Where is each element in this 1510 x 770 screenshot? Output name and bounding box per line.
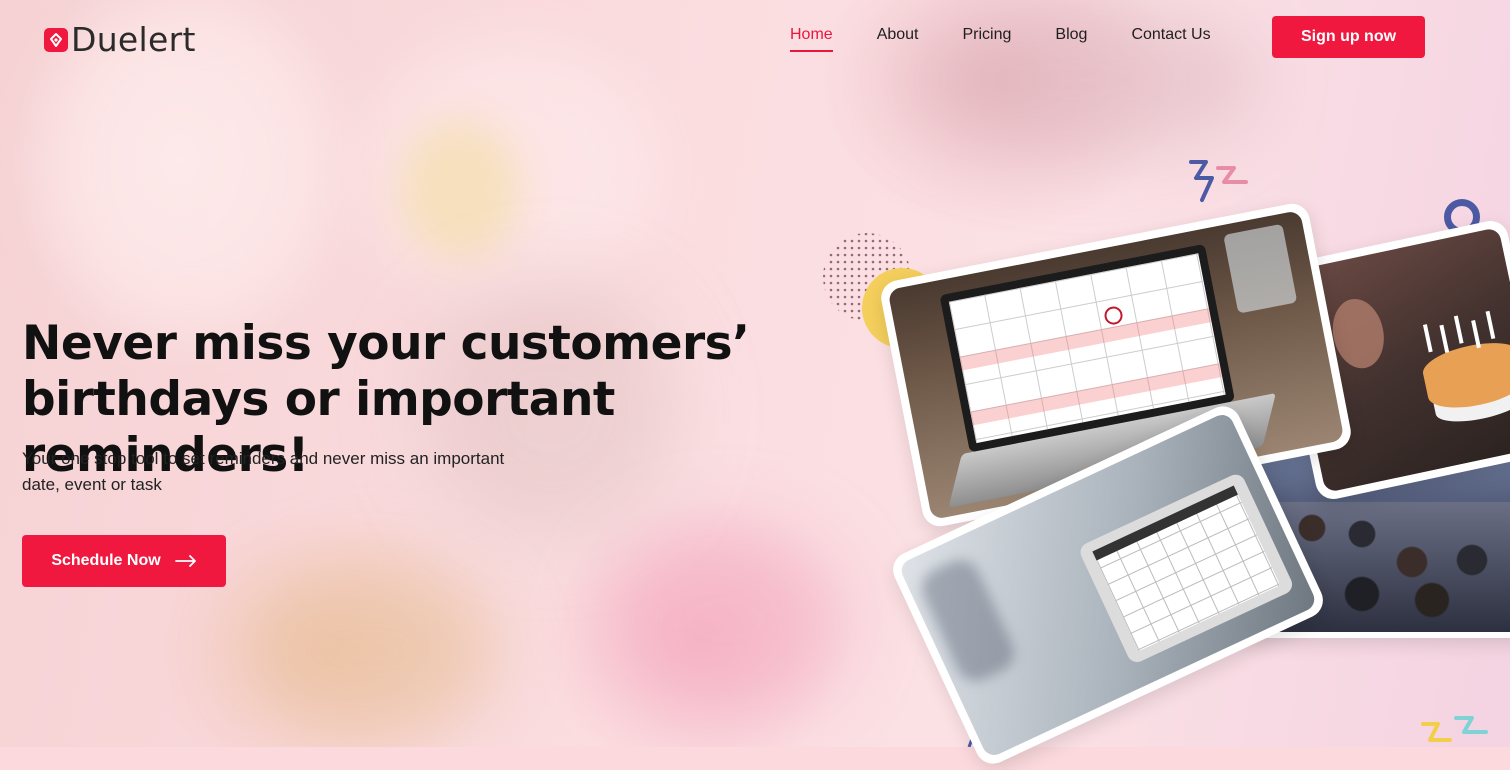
nav-about[interactable]: About <box>877 26 919 52</box>
nav-home[interactable]: Home <box>790 26 833 52</box>
brand-name: Duelert <box>71 20 196 59</box>
bell-logo-icon <box>44 27 68 52</box>
main-nav: Home About Pricing Blog Contact Us <box>790 26 1255 52</box>
nav-pricing[interactable]: Pricing <box>963 26 1012 52</box>
schedule-now-button[interactable]: Schedule Now <box>22 535 226 587</box>
zigzag-decoration <box>1189 160 1248 202</box>
zigzag-decoration-bottom <box>1421 716 1488 742</box>
nav-blog[interactable]: Blog <box>1055 26 1087 52</box>
hero-subtitle: Your one stop tool to set reminders and … <box>22 449 505 494</box>
schedule-now-label: Schedule Now <box>51 552 161 569</box>
sign-up-button[interactable]: Sign up now <box>1272 16 1425 58</box>
nav-contact-us[interactable]: Contact Us <box>1131 26 1210 52</box>
arrow-right-icon <box>174 555 196 567</box>
brand-logo[interactable]: Duelert <box>44 20 196 59</box>
hero-title-line1: Never miss your customers’ <box>22 316 750 371</box>
